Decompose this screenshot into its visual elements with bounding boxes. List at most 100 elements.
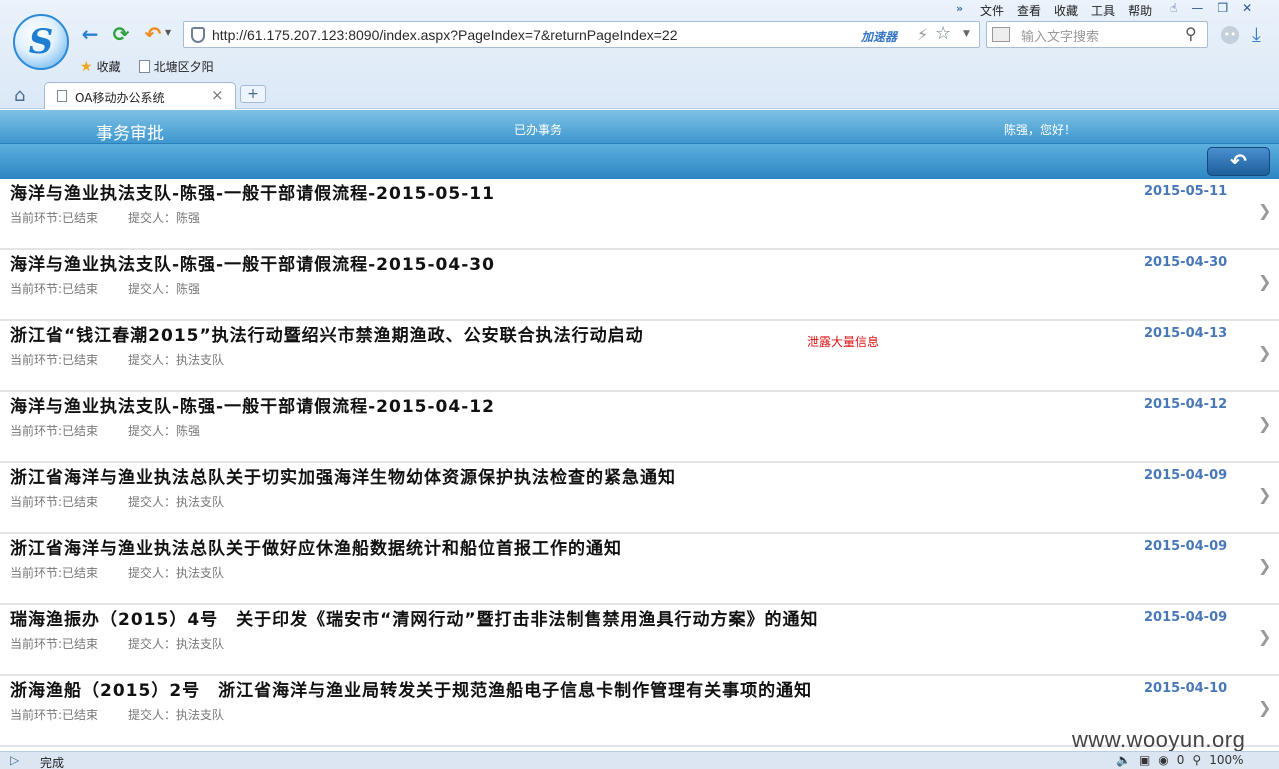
url-text[interactable]: http://61.175.207.123:8090/index.aspx?Pa…: [212, 27, 678, 43]
search-icon[interactable]: ⚲: [1185, 24, 1197, 43]
item-title[interactable]: 海洋与渔业执法支队-陈强-一般干部请假流程-2015-04-30: [10, 250, 495, 275]
volume-icon[interactable]: 🔈: [1116, 753, 1131, 767]
list-item[interactable]: 浙江省海洋与渔业执法总队关于切实加强海洋生物幼体资源保护执法检查的紧急通知 当前…: [0, 463, 1279, 534]
zoom-icon[interactable]: ⚲: [1192, 753, 1201, 767]
watermark: www.wooyun.org: [1072, 727, 1246, 752]
bookmark-star-icon[interactable]: ☆: [935, 23, 951, 44]
chevron-right-icon[interactable]: ❯: [1258, 201, 1271, 220]
search-engine-icon[interactable]: [992, 27, 1010, 42]
menu-bar: » 文件 查看 收藏 工具 帮助: [956, 2, 1165, 18]
search-box[interactable]: 输入文字搜索 ⚲: [986, 21, 1208, 48]
item-annotation: 泄露大量信息: [807, 335, 880, 349]
tab-strip: ⌂ OA移动办公系统 × +: [0, 80, 1279, 109]
item-meta: 当前环节:已结束 提交人：陈强: [10, 209, 200, 226]
chevron-right-icon[interactable]: ❯: [1258, 698, 1271, 717]
item-meta: 当前环节:已结束 提交人：陈强: [10, 280, 200, 297]
extension-icon[interactable]: ••: [1221, 26, 1239, 44]
favorites-bar: ★ 收藏 北塘区夕阳: [80, 58, 214, 75]
item-date: 2015-04-13: [1144, 326, 1228, 341]
chevron-right-icon[interactable]: ❯: [1258, 414, 1271, 433]
status-bar: ▷ 完成 🔈 ▣ ◉ 0 ⚲ 100%: [0, 751, 1279, 769]
back-arrow-icon[interactable]: ←: [78, 22, 102, 46]
item-stage: 当前环节:已结束: [10, 566, 99, 580]
list-item[interactable]: 海洋与渔业执法支队-陈强-一般干部请假流程-2015-04-30 当前环节:已结…: [0, 250, 1279, 321]
return-arrow-icon: ↶: [1230, 149, 1247, 173]
address-bar[interactable]: http://61.175.207.123:8090/index.aspx?Pa…: [183, 21, 980, 48]
list-item[interactable]: 浙江省海洋与渔业执法总队关于做好应休渔船数据统计和船位首报工作的通知 当前环节:…: [0, 534, 1279, 605]
minimize-icon[interactable]: —: [1191, 1, 1203, 15]
page-icon: [138, 60, 150, 73]
item-title[interactable]: 海洋与渔业执法支队-陈强-一般干部请假流程-2015-05-11: [10, 179, 495, 204]
menu-tools[interactable]: 工具: [1091, 2, 1115, 18]
item-title[interactable]: 瑞海渔振办（2015）4号 关于印发《瑞安市“清网行动”暨打击非法制售禁用渔具行…: [10, 605, 819, 630]
favorites-button[interactable]: ★ 收藏: [80, 58, 121, 75]
chevron-right-icon[interactable]: ❯: [1258, 272, 1271, 291]
item-meta: 当前环节:已结束 提交人：执法支队: [10, 706, 224, 723]
chevron-right-icon[interactable]: ❯: [1258, 485, 1271, 504]
browser-chrome: S ← ⟳ ↶ ▼ http://61.175.207.123:8090/ind…: [0, 0, 1279, 109]
item-date: 2015-05-11: [1144, 184, 1228, 199]
chevron-right-icon[interactable]: ❯: [1258, 343, 1271, 362]
item-submitter: 提交人：执法支队: [128, 495, 225, 509]
new-tab-button[interactable]: +: [240, 85, 266, 103]
item-title[interactable]: 浙江省海洋与渔业执法总队关于做好应休渔船数据统计和船位首报工作的通知: [10, 534, 622, 559]
favorite-link-beitang[interactable]: 北塘区夕阳: [138, 58, 214, 75]
menu-view[interactable]: 查看: [1017, 2, 1041, 18]
window-controls: ☝ — ❐ ✕: [1170, 1, 1252, 15]
shield-icon: [191, 27, 205, 43]
zoom-level[interactable]: 100%: [1209, 753, 1243, 767]
item-submitter: 提交人：陈强: [128, 424, 201, 438]
item-stage: 当前环节:已结束: [10, 424, 99, 438]
chevron-right-icon[interactable]: ❯: [1258, 627, 1271, 646]
list-item[interactable]: 浙江省“钱江春潮2015”执法行动暨绍兴市禁渔期渔政、公安联合执法行动启动 泄露…: [0, 321, 1279, 392]
refresh-icon[interactable]: ⟳: [109, 22, 133, 46]
item-title[interactable]: 浙江省“钱江春潮2015”执法行动暨绍兴市禁渔期渔政、公安联合执法行动启动: [10, 321, 644, 346]
chevron-right-icon[interactable]: ❯: [1258, 556, 1271, 575]
page-icon: [57, 90, 67, 102]
menu-favorites[interactable]: 收藏: [1054, 2, 1078, 18]
list-item[interactable]: 海洋与渔业执法支队-陈强-一般干部请假流程-2015-05-11 当前环节:已结…: [0, 179, 1279, 250]
status-text: 完成: [40, 756, 65, 769]
tab-label: OA移动办公系统: [75, 91, 165, 105]
adblock-icon[interactable]: ◉: [1158, 753, 1168, 767]
list-item[interactable]: 瑞海渔振办（2015）4号 关于印发《瑞安市“清网行动”暨打击非法制售禁用渔具行…: [0, 605, 1279, 676]
item-meta: 当前环节:已结束 提交人：执法支队: [10, 635, 224, 652]
home-icon[interactable]: ⌂: [14, 85, 25, 106]
favorite-link-label: 北塘区夕阳: [153, 60, 214, 74]
list-item[interactable]: 海洋与渔业执法支队-陈强-一般干部请假流程-2015-04-12 当前环节:已结…: [0, 392, 1279, 463]
item-stage: 当前环节:已结束: [10, 495, 99, 509]
item-date: 2015-04-30: [1144, 255, 1228, 270]
restore-icon[interactable]: ❐: [1217, 1, 1228, 15]
task-list: 海洋与渔业执法支队-陈强-一般干部请假流程-2015-05-11 当前环节:已结…: [0, 179, 1279, 751]
item-meta: 当前环节:已结束 提交人：执法支队: [10, 351, 224, 368]
page-header: 事务审批 已办事务 陈强，您好！: [0, 110, 1279, 144]
item-title[interactable]: 海洋与渔业执法支队-陈强-一般干部请假流程-2015-04-12: [10, 392, 495, 417]
close-tab-icon[interactable]: ×: [211, 86, 224, 104]
skin-icon[interactable]: ☝: [1170, 1, 1177, 15]
item-submitter: 提交人：陈强: [128, 282, 201, 296]
menu-help[interactable]: 帮助: [1128, 2, 1152, 18]
close-window-icon[interactable]: ✕: [1242, 1, 1252, 15]
item-stage: 当前环节:已结束: [10, 353, 99, 367]
download-icon[interactable]: ⤓: [1252, 22, 1261, 46]
menu-more-icon[interactable]: »: [956, 2, 980, 18]
undo-dropdown-icon[interactable]: ▼: [165, 28, 171, 37]
lightning-icon[interactable]: ⚡: [917, 25, 928, 44]
address-dropdown-icon[interactable]: ▼: [963, 29, 970, 39]
undo-icon[interactable]: ↶: [141, 22, 165, 46]
accelerator-button[interactable]: 加速器: [861, 28, 897, 45]
item-stage: 当前环节:已结束: [10, 211, 99, 225]
tab-oa-system[interactable]: OA移动办公系统 ×: [44, 82, 236, 109]
sidebar-toggle-icon[interactable]: ▷: [10, 753, 19, 767]
screenshot-icon[interactable]: ▣: [1139, 753, 1150, 767]
item-submitter: 提交人：执法支队: [128, 566, 225, 580]
favorites-label: 收藏: [96, 60, 121, 74]
search-input[interactable]: 输入文字搜索: [1021, 26, 1099, 45]
item-meta: 当前环节:已结束 提交人：执法支队: [10, 564, 224, 581]
item-title[interactable]: 浙海渔船（2015）2号 浙江省海洋与渔业局转发关于规范渔船电子信息卡制作管理有…: [10, 676, 812, 701]
item-meta: 当前环节:已结束 提交人：陈强: [10, 422, 200, 439]
item-title[interactable]: 浙江省海洋与渔业执法总队关于切实加强海洋生物幼体资源保护执法检查的紧急通知: [10, 463, 676, 488]
status-tools: 🔈 ▣ ◉ 0 ⚲ 100%: [1116, 753, 1244, 767]
menu-file[interactable]: 文件: [980, 2, 1004, 18]
return-button[interactable]: ↶: [1207, 147, 1270, 176]
